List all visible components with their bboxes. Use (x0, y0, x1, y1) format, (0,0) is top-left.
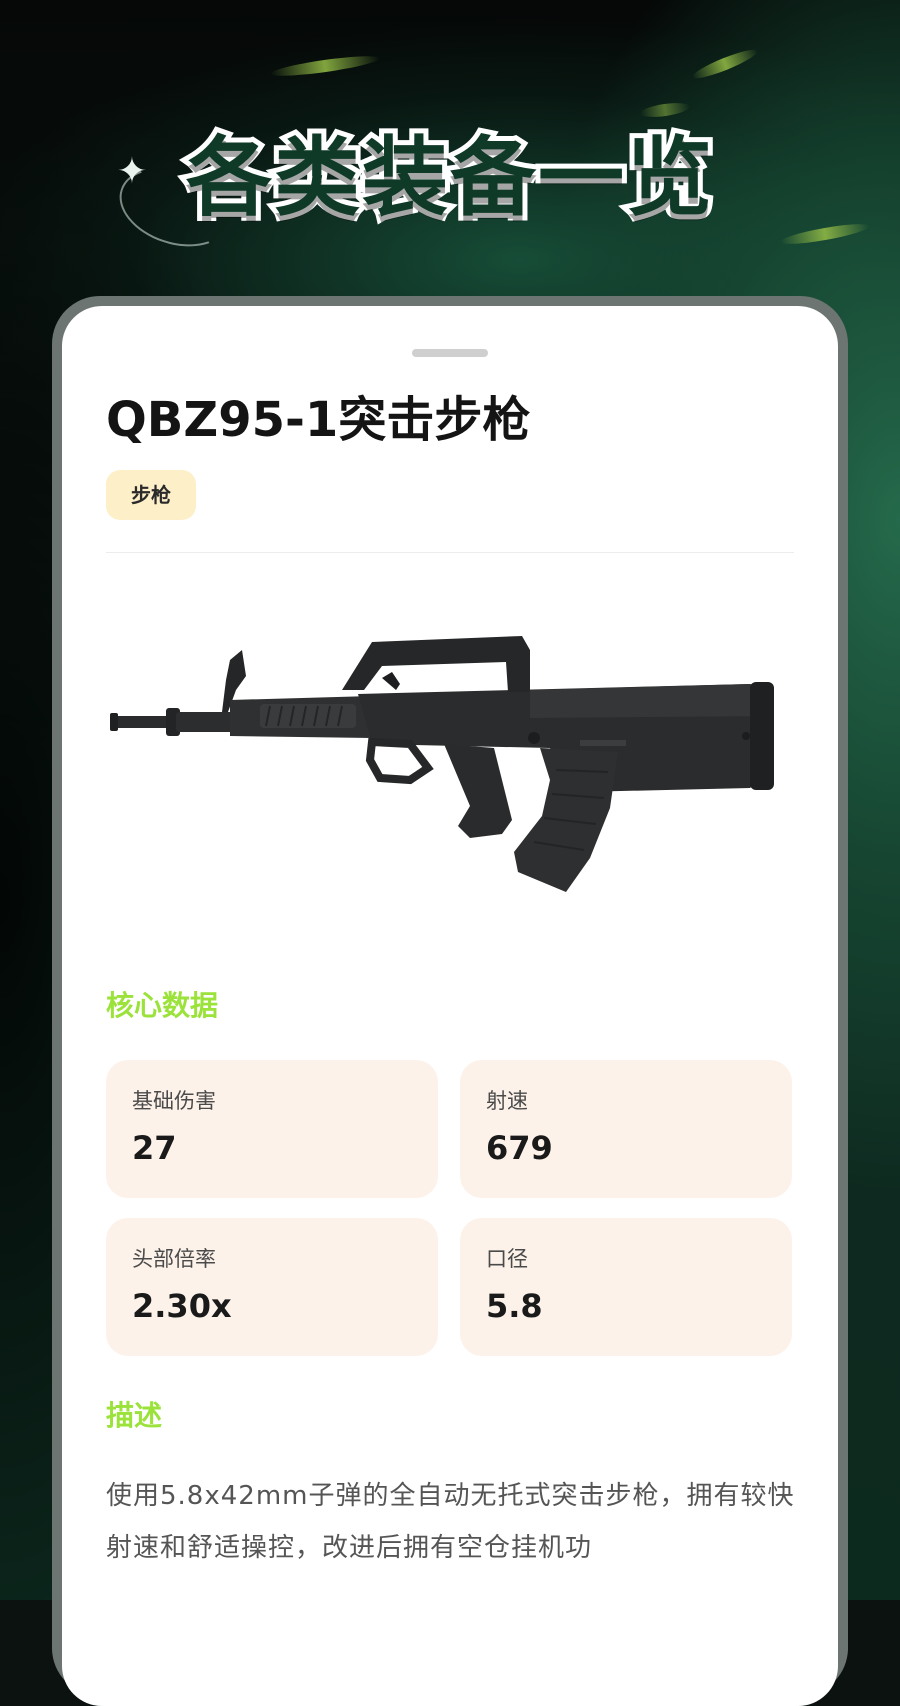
description-text: 使用5.8x42mm子弹的全自动无托式突击步枪，拥有较快射速和舒适操控，改进后拥… (106, 1481, 795, 1563)
drag-handle[interactable] (412, 349, 488, 357)
stat-value: 679 (486, 1129, 553, 1167)
weapon-type-tag[interactable]: 步枪 (106, 470, 196, 520)
stat-card-head-multiplier: 头部倍率 2.30x (106, 1218, 438, 1356)
description-heading: 描述 (106, 1399, 163, 1432)
stat-label: 基础伤害 (132, 1089, 216, 1113)
weapon-name: QBZ95-1突击步枪 (106, 392, 531, 448)
core-data-heading: 核心数据 (106, 989, 219, 1022)
stat-label: 射速 (486, 1089, 528, 1113)
divider (106, 552, 794, 553)
stat-value: 5.8 (486, 1287, 543, 1325)
sparkle-icon: ✦ (116, 151, 148, 192)
stat-card-caliber: 口径 5.8 (460, 1218, 792, 1356)
stat-label: 头部倍率 (132, 1247, 216, 1271)
banner-title: 各类装备一览 (181, 123, 717, 233)
stat-card-base-damage: 基础伤害 27 (106, 1060, 438, 1198)
stat-value: 27 (132, 1129, 177, 1167)
rifle-image (110, 636, 774, 892)
stat-card-fire-rate: 射速 679 (460, 1060, 792, 1198)
stat-value: 2.30x (132, 1287, 232, 1325)
stat-label: 口径 (486, 1247, 528, 1271)
